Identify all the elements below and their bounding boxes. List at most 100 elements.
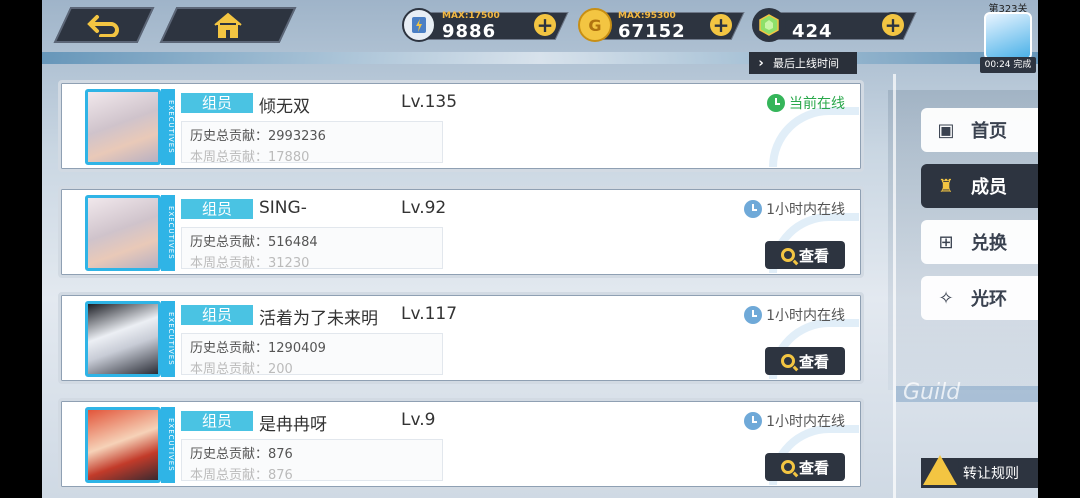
magnifier-icon bbox=[780, 354, 795, 368]
member-card: EXECUTIVES 组员 SING- Lv.92 历史总贡献：516484 本… bbox=[58, 186, 864, 278]
stage-avatar bbox=[984, 12, 1032, 60]
member-level: Lv.9 bbox=[401, 410, 436, 430]
gem-resource: 424 + bbox=[752, 8, 917, 42]
clock-icon bbox=[744, 306, 763, 324]
gem-icon bbox=[752, 8, 786, 42]
member-avatar[interactable] bbox=[85, 89, 161, 165]
sort-last-online-button[interactable]: › 最后上线时间 bbox=[749, 52, 857, 74]
member-avatar[interactable] bbox=[85, 195, 161, 271]
history-contribution: 历史总贡献：1290409 bbox=[190, 341, 326, 356]
contribution-box: 历史总贡献：1290409 本周总贡献：200 bbox=[181, 333, 443, 377]
add-stamina-button[interactable]: + bbox=[532, 12, 558, 38]
online-status-label: 1小时内在线 bbox=[766, 308, 845, 324]
card-decoration bbox=[769, 107, 859, 167]
stamina-icon bbox=[402, 8, 436, 42]
back-arrow-icon bbox=[87, 13, 121, 37]
history-contribution: 历史总贡献：876 bbox=[190, 447, 293, 462]
guild-watermark: Guild bbox=[903, 380, 961, 405]
view-label: 查看 bbox=[798, 458, 829, 477]
add-gem-button[interactable]: + bbox=[880, 12, 906, 38]
stage-progress[interactable]: 第323关 00:24 完成 bbox=[978, 0, 1038, 74]
tab-label: 成员 bbox=[971, 177, 1007, 198]
weekly-contribution: 本周总贡献：200 bbox=[190, 362, 293, 377]
weekly-contribution: 本周总贡献：31230 bbox=[190, 256, 310, 271]
top-bar: MAX:17500 9886 + G MAX:95300 67152 + 424… bbox=[42, 0, 1038, 73]
tab-exchange[interactable]: ⊞ 兑换 bbox=[921, 220, 1038, 264]
tab-label: 兑换 bbox=[971, 233, 1007, 254]
member-level: Lv.117 bbox=[401, 304, 458, 324]
view-member-button[interactable]: 查看 bbox=[765, 453, 845, 481]
view-label: 查看 bbox=[798, 246, 829, 265]
view-member-button[interactable]: 查看 bbox=[765, 347, 845, 375]
members-icon: ♜ bbox=[937, 175, 955, 197]
member-list: EXECUTIVES 组员 倾无双 Lv.135 历史总贡献：2993236 本… bbox=[58, 80, 864, 498]
magnifier-icon bbox=[780, 248, 795, 262]
home-icon bbox=[211, 11, 245, 39]
history-contribution: 历史总贡献：2993236 bbox=[190, 129, 326, 144]
tab-halo[interactable]: ✧ 光环 bbox=[921, 276, 1038, 320]
member-role: 组员 bbox=[181, 199, 253, 219]
online-status-label: 1小时内在线 bbox=[766, 202, 845, 218]
view-label: 查看 bbox=[798, 352, 829, 371]
guild-tabs: ▣ 首页 ♜ 成员 ⊞ 兑换 ✧ 光环 bbox=[921, 108, 1038, 332]
warning-icon: ! bbox=[923, 455, 963, 485]
member-card: EXECUTIVES 组员 是冉冉呀 Lv.9 历史总贡献：876 本周总贡献：… bbox=[58, 398, 864, 490]
halo-icon: ✧ bbox=[938, 287, 954, 309]
left-letterbox bbox=[0, 0, 42, 498]
online-status: 当前在线 bbox=[767, 93, 845, 113]
member-role: 组员 bbox=[181, 411, 253, 431]
back-button[interactable] bbox=[53, 7, 155, 43]
stamina-max: MAX:17500 bbox=[442, 11, 500, 21]
online-status: 1小时内在线 bbox=[744, 199, 845, 219]
online-status-label: 1小时内在线 bbox=[766, 414, 845, 430]
history-contribution: 历史总贡献：516484 bbox=[190, 235, 318, 250]
member-name: SING- bbox=[259, 198, 307, 218]
stamina-value: 9886 bbox=[442, 21, 497, 42]
online-status-label: 当前在线 bbox=[789, 96, 845, 112]
gem-value: 424 bbox=[792, 21, 833, 42]
view-member-button[interactable]: 查看 bbox=[765, 241, 845, 269]
stamina-resource: MAX:17500 9886 + bbox=[402, 8, 569, 42]
member-level: Lv.92 bbox=[401, 198, 447, 218]
home-card-icon: ▣ bbox=[937, 119, 955, 141]
tab-label: 光环 bbox=[971, 289, 1007, 310]
right-letterbox bbox=[1038, 0, 1080, 498]
transfer-rules-label: 转让规则 bbox=[963, 466, 1019, 482]
online-status: 1小时内在线 bbox=[744, 305, 845, 325]
member-avatar[interactable] bbox=[85, 301, 161, 377]
clock-icon bbox=[744, 412, 763, 430]
member-card: EXECUTIVES 组员 活着为了未来明 Lv.117 历史总贡献：12904… bbox=[58, 292, 864, 384]
clock-icon bbox=[767, 94, 785, 112]
member-role: 组员 bbox=[181, 305, 253, 325]
guild-members-screen: MAX:17500 9886 + G MAX:95300 67152 + 424… bbox=[0, 0, 1080, 498]
add-gold-button[interactable]: + bbox=[708, 12, 734, 38]
gold-resource: G MAX:95300 67152 + bbox=[578, 8, 745, 42]
panel-divider bbox=[893, 74, 896, 498]
member-card: EXECUTIVES 组员 倾无双 Lv.135 历史总贡献：2993236 本… bbox=[58, 80, 864, 172]
header-stripe bbox=[42, 52, 1038, 64]
executives-tag: EXECUTIVES bbox=[161, 407, 175, 483]
member-level: Lv.135 bbox=[401, 92, 458, 112]
executives-tag: EXECUTIVES bbox=[161, 301, 175, 377]
weekly-contribution: 本周总贡献：17880 bbox=[190, 150, 310, 165]
home-button[interactable] bbox=[159, 7, 297, 43]
contribution-box: 历史总贡献：516484 本周总贡献：31230 bbox=[181, 227, 443, 271]
gold-value: 67152 bbox=[618, 21, 686, 42]
tab-members[interactable]: ♜ 成员 bbox=[921, 164, 1038, 208]
sort-label: 最后上线时间 bbox=[773, 57, 839, 70]
tab-label: 首页 bbox=[971, 121, 1007, 142]
gold-coin-icon: G bbox=[578, 8, 612, 42]
transfer-rules-button[interactable]: ! 转让规则 bbox=[921, 455, 1038, 488]
weekly-contribution: 本周总贡献：876 bbox=[190, 468, 293, 483]
clock-icon bbox=[744, 200, 763, 218]
member-name: 是冉冉呀 bbox=[259, 415, 327, 435]
online-status: 1小时内在线 bbox=[744, 411, 845, 431]
contribution-box: 历史总贡献：876 本周总贡献：876 bbox=[181, 439, 443, 483]
gold-max: MAX:95300 bbox=[618, 11, 676, 21]
member-name: 倾无双 bbox=[259, 97, 310, 117]
contribution-box: 历史总贡献：2993236 本周总贡献：17880 bbox=[181, 121, 443, 165]
executives-tag: EXECUTIVES bbox=[161, 195, 175, 271]
tab-home[interactable]: ▣ 首页 bbox=[921, 108, 1038, 152]
member-avatar[interactable] bbox=[85, 407, 161, 483]
magnifier-icon bbox=[780, 460, 795, 474]
